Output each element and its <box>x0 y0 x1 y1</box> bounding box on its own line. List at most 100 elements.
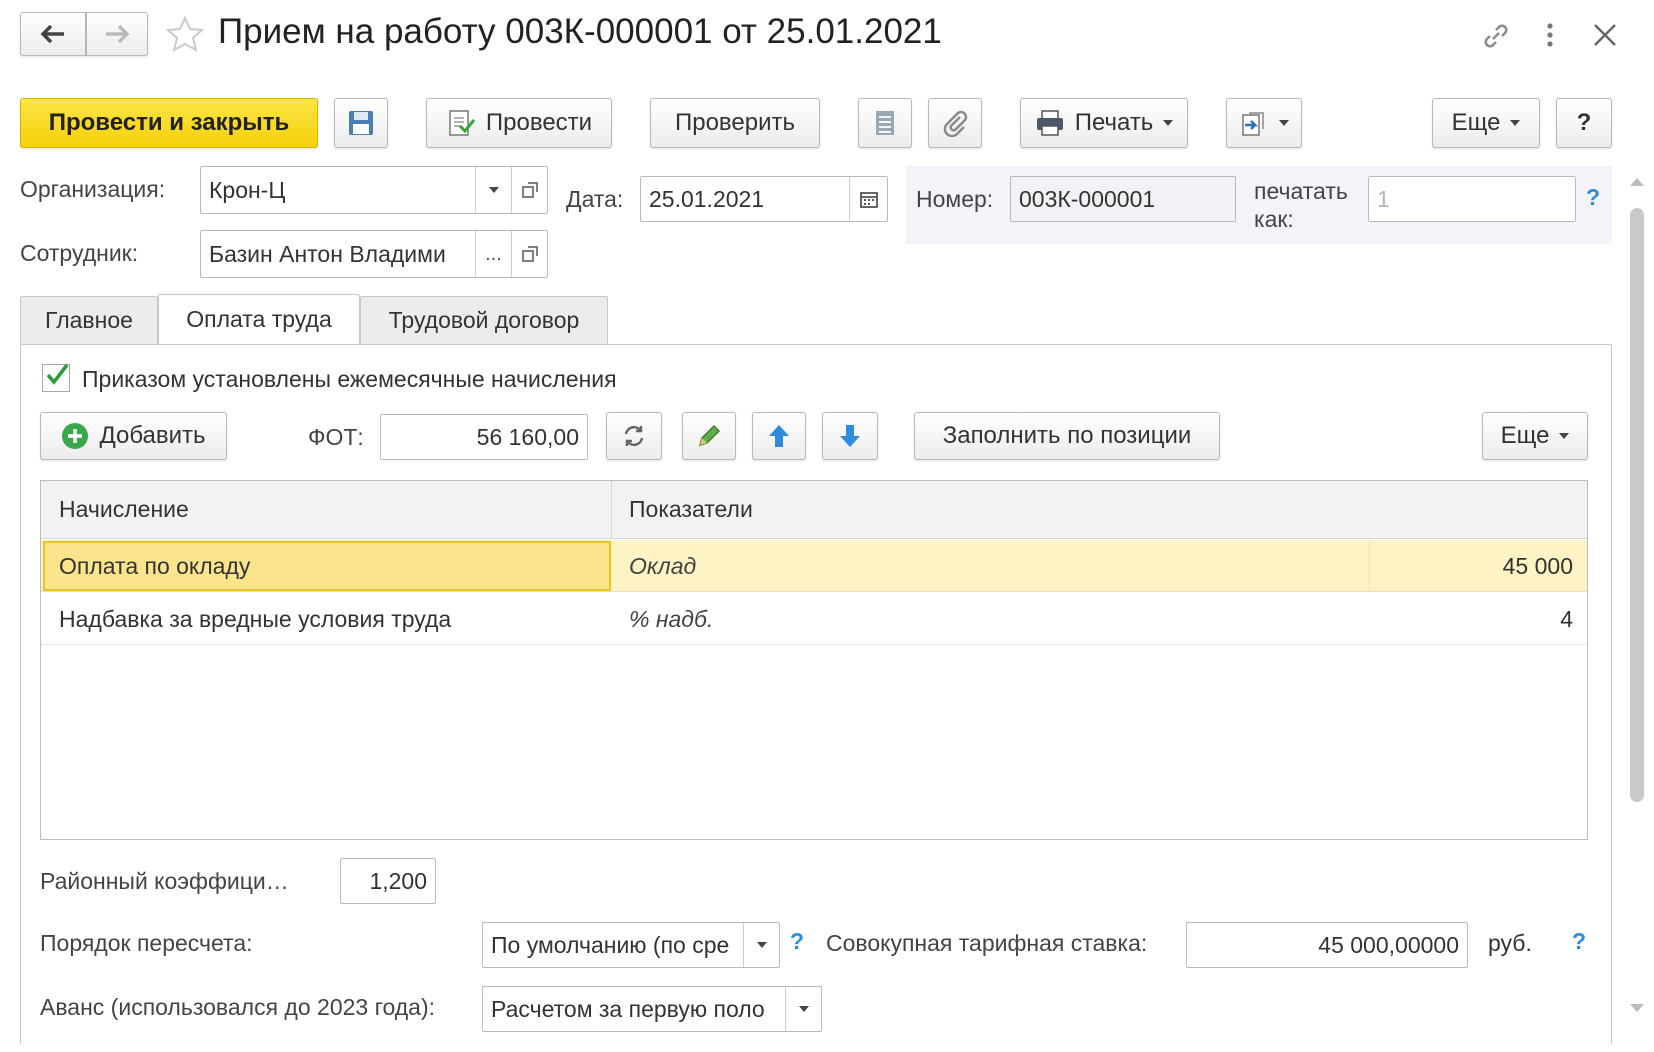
related-documents-button[interactable] <box>858 98 912 148</box>
advance-select[interactable]: Расчетом за первую поло <box>482 986 822 1032</box>
forward-button[interactable] <box>86 12 148 56</box>
date-value: 25.01.2021 <box>649 185 765 212</box>
cell-divider <box>1369 540 1370 592</box>
fill-by-position-button[interactable]: Заполнить по позиции <box>914 412 1220 460</box>
check-button[interactable]: Проверить <box>650 98 820 148</box>
employee-label: Сотрудник: <box>20 240 139 266</box>
table-cell-indicator: Оклад <box>629 552 697 579</box>
column-header-indicators[interactable]: Показатели <box>629 496 753 523</box>
arrow-right-icon <box>106 24 130 44</box>
print-button[interactable]: Печать <box>1020 98 1188 148</box>
table-cell-value: 4 <box>1560 605 1573 632</box>
chevron-down-icon <box>798 1006 809 1012</box>
recalc-order-help-icon[interactable]: ? <box>790 928 804 955</box>
total-rate-value: 45 000,00000 <box>1318 931 1459 958</box>
chevron-down-icon <box>1279 120 1289 126</box>
advance-dropdown[interactable] <box>785 987 821 1031</box>
organization-dropdown-button[interactable] <box>475 167 511 213</box>
chevron-down-icon <box>1559 433 1570 439</box>
calendar-button[interactable] <box>849 177 887 221</box>
post-button[interactable]: Провести <box>426 98 612 148</box>
employee-value: Базин Антон Владими <box>209 240 446 267</box>
advance-value: Расчетом за первую поло <box>491 995 765 1022</box>
favorite-star-icon[interactable] <box>166 16 204 52</box>
table-cell-accrual: Оплата по окладу <box>59 552 251 579</box>
recalc-order-dropdown[interactable] <box>743 923 779 967</box>
calendar-icon <box>859 192 878 208</box>
table-cell-accrual: Надбавка за вредные условия труда <box>59 605 452 632</box>
save-button[interactable] <box>334 98 388 148</box>
edit-button[interactable] <box>682 412 736 460</box>
chevron-down-icon <box>756 942 767 948</box>
print-button-label: Печать <box>1074 109 1154 136</box>
scrollbar-up-arrow[interactable] <box>1630 178 1644 186</box>
print-as-label-line2: как: <box>1254 206 1294 232</box>
post-and-close-button[interactable]: Провести и закрыть <box>20 98 318 148</box>
open-window-icon <box>521 246 538 262</box>
column-header-accrual[interactable]: Начисление <box>59 496 189 523</box>
refresh-button[interactable] <box>606 412 662 460</box>
floppy-disk-icon <box>349 111 373 135</box>
print-as-help-icon[interactable]: ? <box>1586 184 1600 211</box>
table-header: Начисление Показатели <box>41 481 1587 539</box>
refresh-icon <box>624 425 644 447</box>
pencil-icon <box>698 424 721 447</box>
organization-field[interactable]: Крон-Ц <box>200 166 548 214</box>
recalc-order-label: Порядок пересчета: <box>40 930 253 956</box>
advance-label: Аванс (использовался до 2023 года): <box>40 994 436 1020</box>
create-based-on-icon <box>1242 112 1264 136</box>
number-field[interactable]: 003К-000001 <box>1010 176 1236 222</box>
table-more-label: Еще <box>1500 422 1550 449</box>
organization-open-button[interactable] <box>511 167 547 213</box>
scrollbar-thumb[interactable] <box>1630 208 1644 802</box>
district-coefficient-field[interactable]: 1,200 <box>340 858 436 904</box>
date-field[interactable]: 25.01.2021 <box>640 176 888 222</box>
currency-label: руб. <box>1488 930 1532 956</box>
print-as-placeholder: 1 <box>1377 185 1390 212</box>
move-up-button[interactable] <box>752 412 806 460</box>
tab-payroll[interactable]: Оплата труда <box>158 294 360 344</box>
arrow-left-icon <box>40 24 64 44</box>
total-rate-help-icon[interactable]: ? <box>1572 928 1586 955</box>
column-divider <box>611 481 612 539</box>
list-icon <box>876 111 894 135</box>
employee-select-button[interactable]: ... <box>475 231 511 277</box>
table-cell-value: 45 000 <box>1502 552 1573 579</box>
fot-field[interactable]: 56 160,00 <box>380 414 588 460</box>
link-icon[interactable] <box>1480 20 1512 52</box>
chevron-down-icon <box>488 187 499 193</box>
accruals-table: Начисление Показатели Оплата по окладу О… <box>40 480 1588 840</box>
create-based-on-button[interactable] <box>1226 98 1302 148</box>
table-more-button[interactable]: Еще <box>1482 412 1588 460</box>
add-accrual-label: Добавить <box>99 422 206 449</box>
tab-employment-contract[interactable]: Трудовой договор <box>360 296 608 344</box>
attach-button[interactable] <box>928 98 982 148</box>
employee-open-button[interactable] <box>511 231 547 277</box>
monthly-accruals-label: Приказом установлены ежемесячные начисле… <box>82 366 617 392</box>
more-button-label: Еще <box>1451 109 1501 136</box>
back-button[interactable] <box>20 12 86 56</box>
tab-main[interactable]: Главное <box>20 296 158 344</box>
organization-value: Крон-Ц <box>209 176 286 203</box>
total-rate-label: Совокупная тарифная ставка: <box>826 930 1148 956</box>
more-vertical-icon[interactable] <box>1540 20 1560 52</box>
monthly-accruals-checkbox[interactable] <box>42 363 70 392</box>
table-cell-indicator: % надб. <box>629 605 714 632</box>
open-window-icon <box>521 182 538 198</box>
print-as-field[interactable]: 1 <box>1368 176 1576 222</box>
checkmark-icon <box>46 363 69 385</box>
organization-label: Организация: <box>20 176 166 202</box>
move-down-button[interactable] <box>822 412 878 460</box>
help-button[interactable]: ? <box>1556 98 1612 148</box>
more-button[interactable]: Еще <box>1432 98 1540 148</box>
scrollbar-down-arrow[interactable] <box>1630 1004 1644 1012</box>
paperclip-icon <box>943 110 968 137</box>
close-icon[interactable] <box>1592 22 1618 48</box>
total-rate-field[interactable]: 45 000,00000 <box>1186 922 1468 968</box>
fot-label: ФОТ: <box>308 424 364 450</box>
district-coefficient-label: Районный коэффици… <box>40 868 289 894</box>
arrow-up-icon <box>769 425 789 447</box>
add-accrual-button[interactable]: Добавить <box>40 412 227 460</box>
employee-field[interactable]: Базин Антон Владими ... <box>200 230 548 278</box>
recalc-order-select[interactable]: По умолчанию (по сре <box>482 922 780 968</box>
